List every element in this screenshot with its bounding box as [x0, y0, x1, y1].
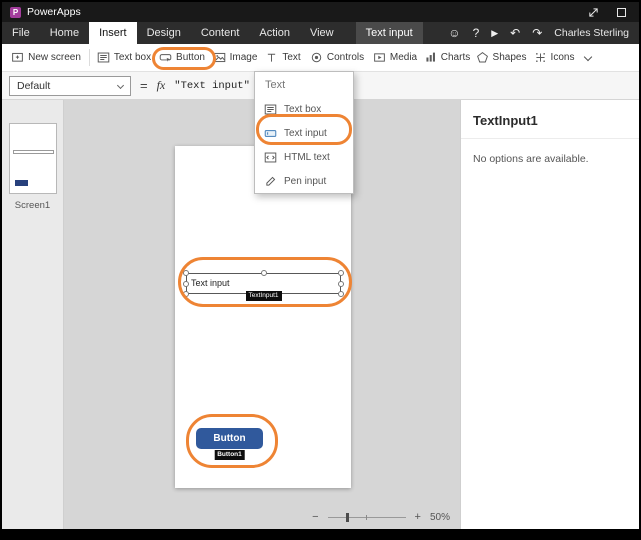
menu-tab-action[interactable]: Action: [249, 22, 300, 44]
window-frame: P PowerApps File Home Insert Design Cont…: [0, 0, 641, 540]
resize-handle-bottom-left[interactable]: [183, 291, 189, 297]
ribbon-separator: [89, 49, 90, 66]
zoom-out-icon[interactable]: −: [312, 511, 318, 523]
controls-icon: [310, 51, 323, 64]
menu-bar: File Home Insert Design Content Action V…: [2, 22, 639, 44]
text-icon: [265, 51, 278, 64]
zoom-level: 50%: [430, 512, 450, 523]
text-box-icon: [264, 103, 277, 116]
ribbon-chevron-down-icon[interactable]: [584, 52, 592, 60]
powerapps-logo-icon: P: [10, 7, 21, 18]
button-control[interactable]: Button Button1: [196, 428, 263, 449]
menu-tab-content[interactable]: Content: [191, 22, 250, 44]
shapes-icon: [476, 51, 489, 64]
menu-item-text-box[interactable]: Text box: [255, 97, 353, 121]
pen-input-icon: [264, 175, 277, 188]
menu-item-text-input[interactable]: Text input: [255, 121, 353, 145]
media-icon: [373, 51, 386, 64]
html-text-icon: [264, 151, 277, 164]
properties-panel: TextInput1 No options are available.: [460, 100, 639, 529]
text-input-control[interactable]: Text input TextInput1: [186, 273, 341, 294]
menu-tab-file[interactable]: File: [2, 22, 40, 44]
fullscreen-icon[interactable]: [587, 6, 599, 18]
button-name-tag: Button1: [214, 450, 245, 460]
charts-icon: [424, 51, 437, 64]
ribbon-icons[interactable]: Icons: [529, 44, 579, 71]
menu-tab-home[interactable]: Home: [40, 22, 89, 44]
undo-icon[interactable]: ↶: [510, 22, 520, 44]
ribbon-text[interactable]: Text: [261, 44, 305, 71]
menu-tab-insert[interactable]: Insert: [89, 22, 137, 44]
property-select[interactable]: Default: [9, 76, 131, 96]
ribbon-new-screen[interactable]: New screen: [6, 44, 86, 71]
ribbon-text-box[interactable]: Text box: [93, 44, 155, 71]
help-icon[interactable]: ?: [473, 22, 480, 44]
ribbon-shapes[interactable]: Shapes: [473, 44, 529, 71]
properties-panel-title: TextInput1: [461, 100, 639, 139]
new-screen-icon: [11, 51, 24, 64]
text-dropdown-menu: Text Text box Text input HTML text Pen i…: [254, 71, 354, 194]
zoom-slider-tick: [366, 515, 367, 520]
button-icon: [159, 51, 172, 64]
menu-tab-view[interactable]: View: [300, 22, 344, 44]
ribbon-media[interactable]: Media: [369, 44, 421, 71]
user-name[interactable]: Charles Sterling: [554, 27, 629, 39]
zoom-bar: − + 50%: [312, 511, 450, 523]
app-title: PowerApps: [27, 6, 81, 18]
screen-thumbnail[interactable]: [9, 123, 57, 194]
screen-artboard[interactable]: Text input TextInput1 Button Button1: [175, 146, 351, 488]
zoom-slider[interactable]: [328, 513, 406, 522]
insert-ribbon: New screen Text box Button Image Text Co…: [2, 44, 639, 72]
text-input-name-tag: TextInput1: [246, 291, 282, 301]
button-label: Button: [213, 433, 245, 444]
text-menu-header: Text: [255, 72, 353, 97]
image-icon: [213, 51, 226, 64]
feedback-smiley-icon[interactable]: ☺: [448, 22, 460, 44]
preview-play-icon[interactable]: ▶: [491, 22, 498, 44]
icons-icon: [534, 51, 547, 64]
resize-handle-middle-left[interactable]: [183, 281, 189, 287]
equals-sign: =: [140, 78, 148, 93]
title-bar: P PowerApps: [2, 2, 639, 22]
resize-handle-top-right[interactable]: [338, 270, 344, 276]
zoom-in-icon[interactable]: +: [415, 511, 421, 523]
thumbnail-button-mini: [15, 180, 28, 186]
thumbnail-textinput-mini: [13, 150, 54, 154]
menu-item-pen-input[interactable]: Pen input: [255, 169, 353, 193]
resize-handle-middle-right[interactable]: [338, 281, 344, 287]
menu-item-html-text[interactable]: HTML text: [255, 145, 353, 169]
screens-panel: Screen1: [2, 100, 64, 529]
chevron-down-icon: [117, 82, 124, 89]
resize-handle-bottom-right[interactable]: [338, 291, 344, 297]
fx-icon: fx: [157, 78, 166, 93]
powerapps-window: P PowerApps File Home Insert Design Cont…: [2, 2, 639, 529]
text-input-value: Text input: [191, 278, 230, 288]
text-box-icon: [97, 51, 110, 64]
ribbon-button[interactable]: Button: [155, 44, 209, 71]
properties-empty-message: No options are available.: [461, 139, 639, 179]
formula-input[interactable]: "Text input": [174, 80, 250, 92]
zoom-slider-track: [328, 517, 406, 518]
menu-tab-text-input-context[interactable]: Text input: [356, 22, 423, 44]
ribbon-charts[interactable]: Charts: [421, 44, 473, 71]
resize-handle-top-middle[interactable]: [261, 270, 267, 276]
ribbon-image[interactable]: Image: [209, 44, 261, 71]
ribbon-controls[interactable]: Controls: [305, 44, 369, 71]
menu-tab-design[interactable]: Design: [137, 22, 191, 44]
resize-handle-top-left[interactable]: [183, 270, 189, 276]
screen-name-label: Screen1: [2, 200, 63, 211]
redo-icon[interactable]: ↷: [532, 22, 542, 44]
zoom-slider-thumb[interactable]: [346, 513, 349, 522]
text-input-icon: [264, 127, 277, 140]
maximize-icon[interactable]: [615, 6, 627, 18]
